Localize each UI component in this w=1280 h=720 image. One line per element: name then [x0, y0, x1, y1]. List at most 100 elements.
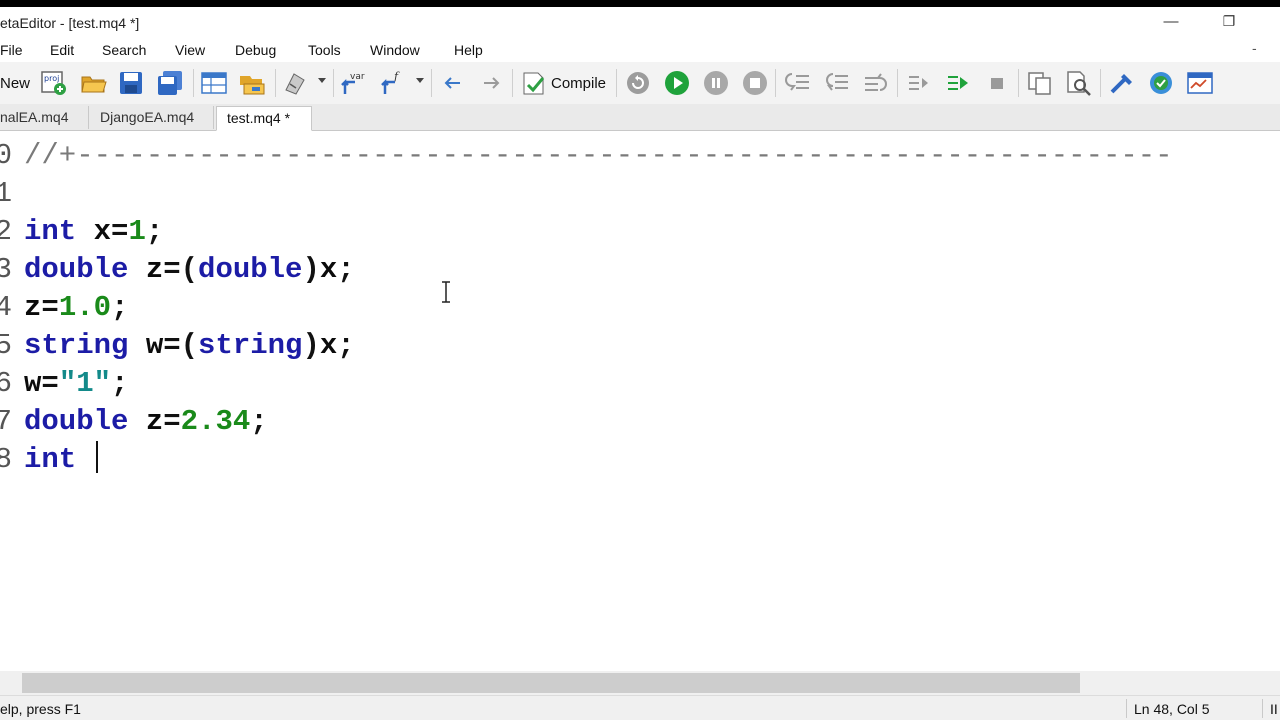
menu-search[interactable]: Search [102, 42, 146, 58]
status-bar: elp, press F1 Ln 48, Col 5 II [0, 695, 1280, 720]
back-button[interactable] [440, 70, 466, 96]
options-button[interactable] [1108, 70, 1136, 96]
status-help-text: elp, press F1 [0, 701, 81, 717]
indent-button[interactable] [906, 70, 932, 96]
insert-function-icon: f [381, 70, 400, 94]
line-number: 7 [0, 405, 12, 438]
save-all-button[interactable] [156, 70, 184, 96]
arrow-right-icon [484, 77, 500, 89]
toolbar-separator [193, 69, 194, 97]
copy-button[interactable] [1026, 70, 1054, 96]
code-line[interactable]: int x=1; [24, 213, 163, 251]
menu-debug[interactable]: Debug [235, 42, 276, 58]
pause-button[interactable] [703, 70, 729, 96]
code-line[interactable]: //+-------------------------------------… [24, 137, 1173, 175]
toolbar-separator [1018, 69, 1019, 97]
toolbar-separator [616, 69, 617, 97]
code-token: int [24, 443, 77, 476]
tab-nalea[interactable]: nalEA.mq4 [0, 106, 89, 129]
navigator-button[interactable] [200, 70, 228, 96]
square-icon [991, 78, 1003, 89]
mdi-minimize-button[interactable]: - [1252, 40, 1257, 56]
terminal-button[interactable] [1186, 70, 1214, 96]
text-caret [95, 441, 98, 473]
forward-button[interactable] [478, 70, 504, 96]
insert-variable-button[interactable]: var [340, 70, 368, 96]
code-token: z [128, 253, 164, 286]
code-token: w [24, 367, 42, 400]
step-into-button[interactable] [784, 70, 812, 96]
stop-profiling-button[interactable] [986, 70, 1008, 96]
code-line[interactable]: double z=2.34; [24, 403, 268, 441]
cursor-position: Ln 48, Col 5 [1134, 701, 1210, 717]
indent-icon [909, 76, 928, 90]
compile-button[interactable]: Compile [520, 70, 606, 96]
start-history-button[interactable] [625, 70, 651, 96]
code-token: 2.34 [180, 405, 251, 438]
new-button[interactable]: New [0, 70, 30, 96]
toolbar-separator [333, 69, 334, 97]
menu-tools[interactable]: Tools [308, 42, 341, 58]
scrollbar-thumb[interactable] [22, 673, 1080, 693]
start-profiling-button[interactable] [945, 70, 971, 96]
code-token: = [41, 367, 59, 400]
new-project-button[interactable]: proj [40, 70, 68, 96]
menu-edit[interactable]: Edit [50, 42, 74, 58]
code-token: x [319, 329, 338, 362]
restore-button[interactable]: ❐ [1206, 7, 1252, 38]
market-button[interactable] [1147, 70, 1175, 96]
line-number: 5 [0, 329, 12, 362]
stop-icon [743, 71, 767, 95]
window-title: etaEditor - [test.mq4 *] [0, 15, 140, 31]
insert-variable-icon: var [341, 72, 365, 94]
code-token: w [128, 329, 164, 362]
menu-view[interactable]: View [175, 42, 205, 58]
line-number: 3 [0, 253, 12, 286]
code-line[interactable]: double z=(double)x; [24, 251, 355, 289]
line-number-gutter: 0 1 2 3 4 5 6 7 8 [0, 131, 24, 671]
styler-button[interactable] [282, 70, 310, 96]
minimize-button[interactable]: — [1148, 7, 1194, 38]
var-badge: var [350, 72, 365, 82]
code-text-area[interactable]: //+-------------------------------------… [24, 131, 1280, 671]
code-editor[interactable]: 0 1 2 3 4 5 6 7 8 //+-------------------… [0, 131, 1280, 671]
start-debug-button[interactable] [664, 70, 690, 96]
tab-djangoea[interactable]: DjangoEA.mq4 [90, 106, 214, 129]
toolbox-button[interactable] [238, 70, 266, 96]
horizontal-scrollbar[interactable] [0, 671, 1280, 695]
code-token: z [128, 405, 164, 438]
save-button[interactable] [118, 70, 144, 96]
code-line[interactable]: string w=(string)x; [24, 327, 355, 365]
stop-button[interactable] [742, 70, 768, 96]
new-project-badge: proj [44, 74, 59, 83]
code-token: ) [302, 253, 320, 286]
code-line[interactable]: w="1"; [24, 365, 128, 403]
code-token: = [41, 291, 59, 324]
open-button[interactable] [80, 70, 108, 96]
menu-window[interactable]: Window [370, 42, 420, 58]
play-icon [665, 71, 689, 95]
navigator-icon [201, 72, 227, 94]
find-in-files-button[interactable] [1065, 70, 1093, 96]
insert-function-button[interactable]: f [380, 70, 408, 96]
line-number: 6 [0, 367, 12, 400]
tab-test[interactable]: test.mq4 * [216, 106, 312, 131]
code-line[interactable]: int [24, 441, 98, 479]
folder-open-icon [81, 76, 107, 93]
insert-function-dropdown-icon[interactable] [416, 78, 424, 83]
code-line[interactable]: z=1.0; [24, 289, 128, 327]
step-over-button[interactable] [823, 70, 851, 96]
code-token: ; [337, 329, 355, 362]
code-token: double [198, 253, 303, 286]
menu-file[interactable]: File [0, 42, 23, 58]
line-number: 1 [0, 177, 12, 210]
compile-label: Compile [551, 74, 607, 92]
code-token: ; [250, 405, 268, 438]
toolbox-icon [240, 76, 265, 95]
styler-dropdown-icon[interactable] [318, 78, 326, 83]
code-token: z [24, 291, 42, 324]
code-token: string [198, 329, 303, 362]
step-out-button[interactable] [862, 70, 890, 96]
menu-help[interactable]: Help [454, 42, 483, 58]
code-token: ; [337, 253, 355, 286]
